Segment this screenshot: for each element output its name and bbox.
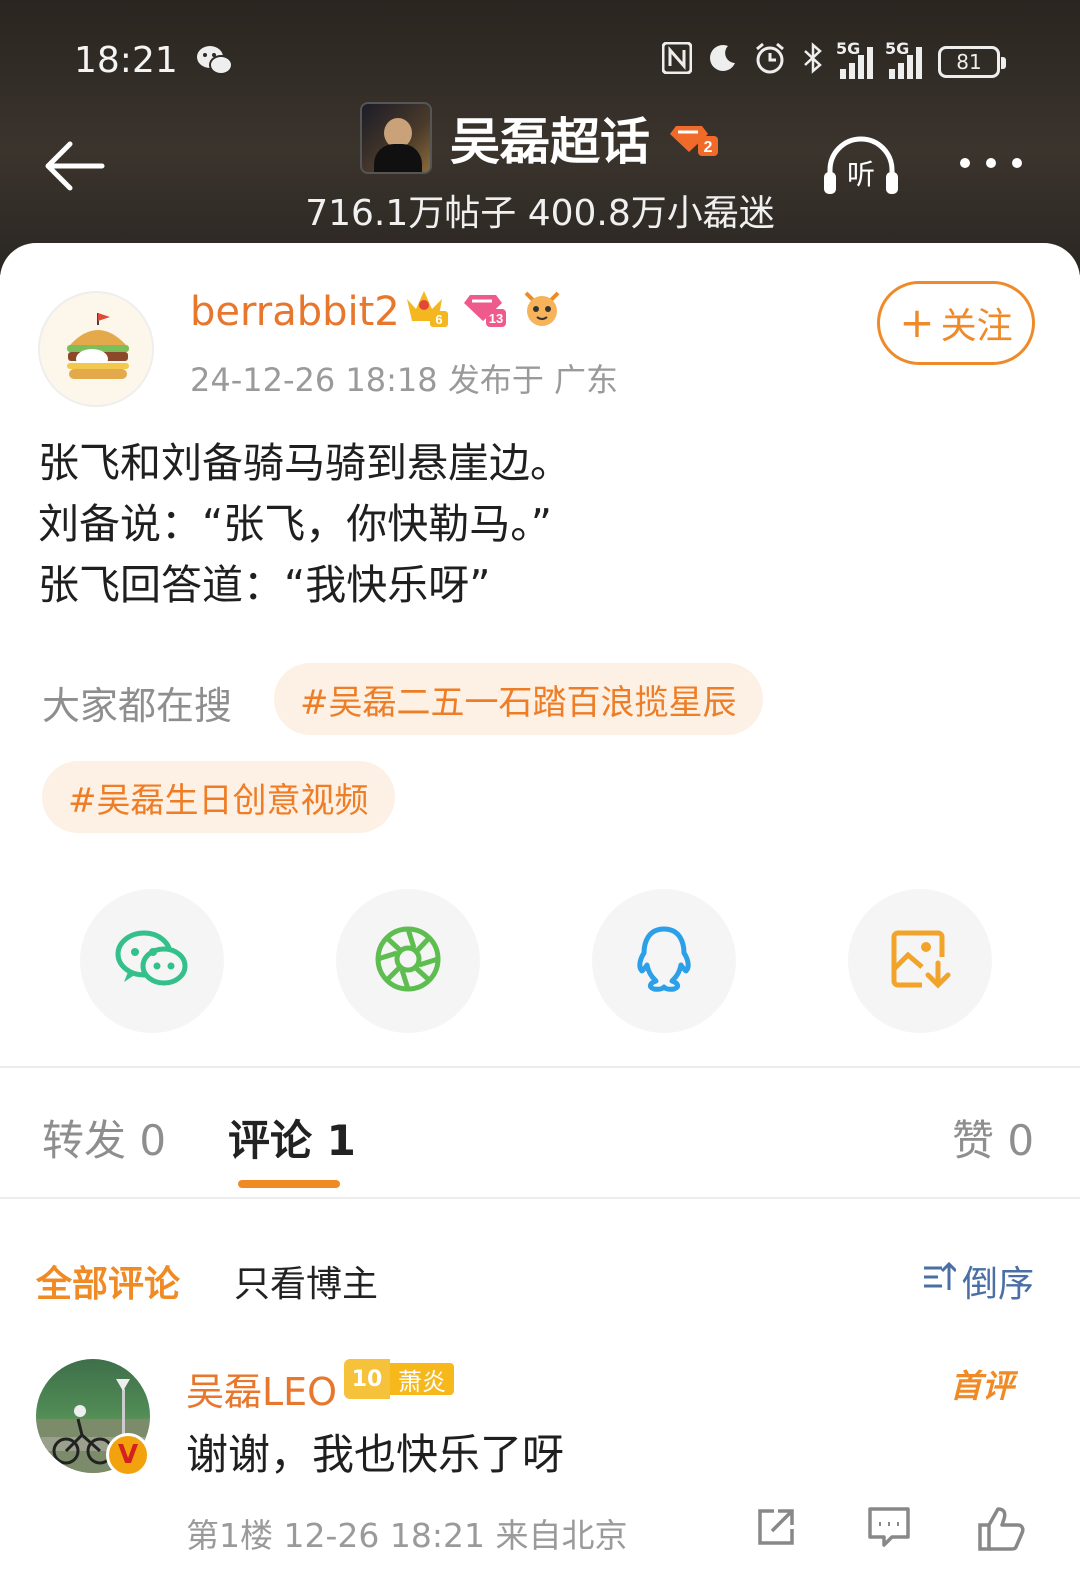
- network-type-1: 5G: [836, 38, 861, 58]
- share-external-icon: [754, 1509, 798, 1553]
- filter-author-only[interactable]: 只看博主: [234, 1255, 378, 1307]
- crown-level-icon[interactable]: 6: [404, 287, 450, 333]
- comment-like-button[interactable]: [976, 1505, 1026, 1555]
- share-moments-button[interactable]: [336, 889, 480, 1033]
- thumbs-up-icon: [976, 1507, 1026, 1557]
- svg-text:2: 2: [704, 139, 713, 156]
- comment-repost-button[interactable]: [754, 1505, 804, 1555]
- bluetooth-icon: [802, 42, 824, 81]
- author-avatar[interactable]: [38, 291, 154, 407]
- battery-indicator: 81: [938, 45, 1006, 78]
- save-image-icon: [888, 927, 952, 995]
- first-comment-tag: 首评: [950, 1361, 1014, 1407]
- do-not-disturb-icon: [708, 43, 738, 80]
- wechat-icon: [114, 928, 190, 994]
- svg-text:听: 听: [847, 158, 875, 191]
- signal-icon-1: 5G: [836, 39, 873, 79]
- post-line: 张飞和刘备骑马骑到悬崖边。: [38, 439, 571, 487]
- follow-label: 关注: [940, 306, 1013, 347]
- post-meta: 24-12-26 18:18 发布于 广东: [190, 361, 618, 399]
- comment-text: 谢谢，我也快乐了呀: [186, 1430, 565, 1479]
- tab-comments[interactable]: 评论 1: [228, 1107, 356, 1168]
- status-bar: 18:21 5G 5G 81: [0, 36, 1080, 96]
- trending-tag[interactable]: #吴磊生日创意视频: [42, 761, 395, 833]
- trending-tag[interactable]: #吴磊二五一石踏百浪揽星辰: [274, 663, 763, 735]
- fan-level-badge[interactable]: 10 萧炎: [344, 1359, 454, 1399]
- diamond-level-icon[interactable]: 13: [462, 287, 508, 333]
- topic-cover-image[interactable]: [360, 102, 432, 174]
- author-name[interactable]: berrabbit2: [190, 289, 400, 335]
- share-wechat-button[interactable]: [80, 889, 224, 1033]
- status-icons: 5G 5G 81: [661, 39, 1006, 81]
- sort-icon: [922, 1260, 958, 1303]
- moments-icon: [374, 925, 442, 997]
- divider: [0, 1197, 1080, 1199]
- sort-label: 倒序: [962, 1264, 1035, 1305]
- signal-icon-2: 5G: [885, 39, 922, 79]
- svg-text:13: 13: [489, 311, 503, 326]
- listen-button[interactable]: 听: [822, 134, 900, 198]
- fan-level-number: 10: [344, 1359, 390, 1399]
- network-type-2: 5G: [885, 38, 910, 58]
- reply-icon: [866, 1507, 912, 1553]
- share-qq-button[interactable]: [592, 889, 736, 1033]
- sort-button[interactable]: 倒序: [922, 1255, 1034, 1307]
- fan-mascot-icon[interactable]: [520, 287, 564, 333]
- follow-button[interactable]: + 关注: [877, 281, 1035, 365]
- topic-title: 吴磊超话: [450, 113, 650, 171]
- topic-stats: 716.1万帖子 400.8万小磊迷: [305, 193, 775, 234]
- follow-plus-icon: +: [899, 298, 935, 347]
- post-content: 张飞和刘备骑马骑到悬崖边。 刘备说：“张飞，你快勒马。” 张飞回答道：“我快乐呀…: [38, 433, 571, 616]
- alarm-icon: [754, 42, 786, 81]
- save-image-button[interactable]: [848, 889, 992, 1033]
- qq-icon: [634, 925, 694, 997]
- post-line: 刘备说：“张飞，你快勒马。”: [38, 500, 552, 548]
- topic-level-badge-icon: 2: [668, 118, 720, 158]
- trending-search-label: 大家都在搜: [42, 684, 233, 728]
- share-row: [0, 889, 1080, 1033]
- author-badges: 6 13: [404, 287, 564, 333]
- fan-level-name: 萧炎: [390, 1363, 454, 1396]
- topic-title-area: 吴磊超话 2 716.1万帖子 400.8万小磊迷: [0, 102, 1080, 236]
- post-detail-card: berrabbit2 6 13 24-12-26 18:18 发布于 广东 + …: [0, 243, 1080, 1581]
- active-tab-indicator: [238, 1180, 340, 1188]
- divider: [0, 1066, 1080, 1068]
- tab-likes[interactable]: 赞 0: [952, 1107, 1034, 1168]
- status-time: 18:21: [74, 40, 178, 81]
- wechat-notification-icon: [196, 44, 234, 82]
- commenter-name[interactable]: 吴磊LEO: [186, 1361, 337, 1416]
- svg-text:6: 6: [435, 312, 442, 327]
- verified-badge-icon: V: [106, 1433, 150, 1477]
- comment-meta: 第1楼 12-26 18:21 来自北京: [186, 1516, 628, 1555]
- post-line: 张飞回答道：“我快乐呀”: [38, 561, 491, 609]
- filter-all-comments[interactable]: 全部评论: [36, 1255, 180, 1307]
- comment-reply-button[interactable]: [866, 1505, 916, 1555]
- super-topic-header: 18:21 5G 5G 81 吴磊超话 2 716.1万帖子 400.8万小磊迷…: [0, 0, 1080, 275]
- nfc-icon: [661, 41, 693, 81]
- tab-reposts[interactable]: 转发 0: [42, 1107, 166, 1168]
- more-options-button[interactable]: [960, 158, 1022, 168]
